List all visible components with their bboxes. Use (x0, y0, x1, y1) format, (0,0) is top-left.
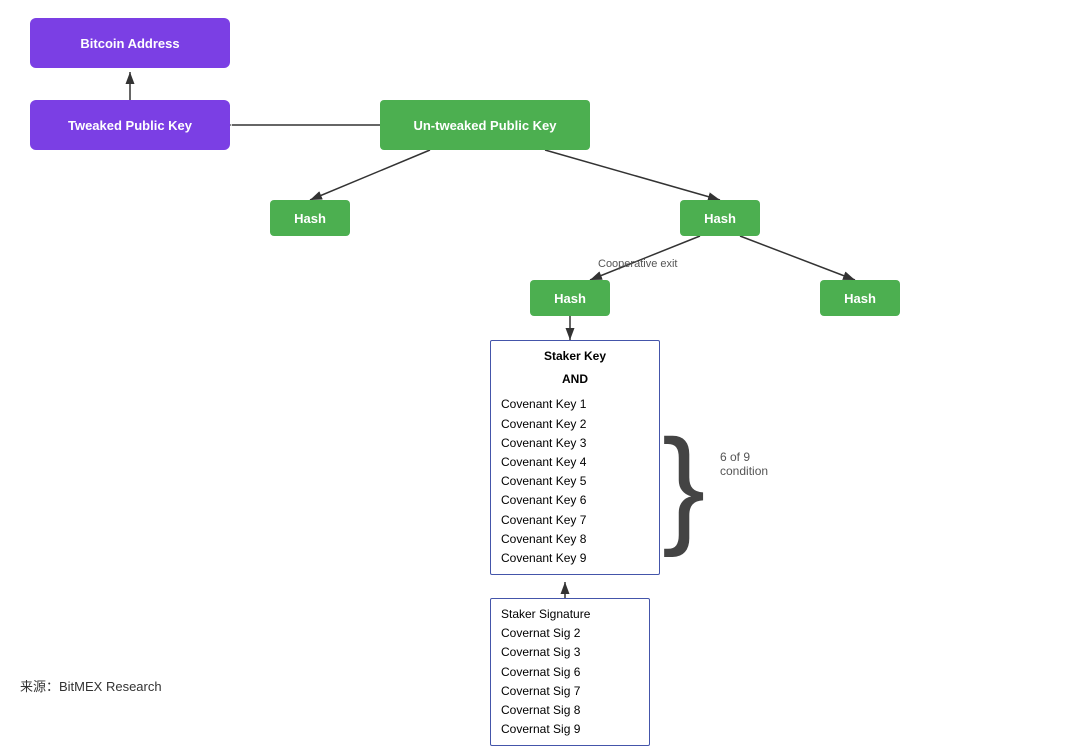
covenant-key-3: Covenant Key 3 (501, 434, 649, 453)
tweaked-key-node: Tweaked Public Key (30, 100, 230, 150)
bitcoin-address-node: Bitcoin Address (30, 18, 230, 68)
covernat-sig-2: Covernat Sig 2 (501, 624, 639, 643)
signature-box: Staker Signature Covernat Sig 2 Covernat… (490, 598, 650, 746)
covenant-key-4: Covenant Key 4 (501, 453, 649, 472)
staker-sig: Staker Signature (501, 605, 639, 624)
hash-left-node: Hash (270, 200, 350, 236)
staker-box: Staker Key AND Covenant Key 1 Covenant K… (490, 340, 660, 575)
untweaked-key-node: Un-tweaked Public Key (380, 100, 590, 150)
covenant-key-7: Covenant Key 7 (501, 511, 649, 530)
covenant-key-5: Covenant Key 5 (501, 472, 649, 491)
hash-right-top-node: Hash (680, 200, 760, 236)
hash-center-node: Hash (530, 280, 610, 316)
source-label: 来源：BitMEX Research (20, 676, 162, 695)
diagram: Bitcoin Address Tweaked Public Key Un-tw… (0, 0, 1080, 680)
covernat-sig-7: Covernat Sig 7 (501, 682, 639, 701)
hash-far-right-node: Hash (820, 280, 900, 316)
covenant-key-1: Covenant Key 1 (501, 395, 649, 414)
covernat-sig-9: Covernat Sig 9 (501, 720, 639, 739)
covernat-sig-8: Covernat Sig 8 (501, 701, 639, 720)
covenant-key-9: Covenant Key 9 (501, 549, 649, 568)
cooperative-exit-label: Cooperative exit (598, 258, 678, 270)
covernat-sig-3: Covernat Sig 3 (501, 643, 639, 662)
covenant-key-6: Covenant Key 6 (501, 491, 649, 510)
brace-symbol: } (662, 420, 705, 550)
covenant-key-8: Covenant Key 8 (501, 530, 649, 549)
covenant-key-2: Covenant Key 2 (501, 415, 649, 434)
condition-label: 6 of 9 condition (720, 450, 768, 478)
staker-key-label: Staker Key (501, 347, 649, 366)
covernat-sig-6: Covernat Sig 6 (501, 663, 639, 682)
and-label: AND (501, 370, 649, 389)
